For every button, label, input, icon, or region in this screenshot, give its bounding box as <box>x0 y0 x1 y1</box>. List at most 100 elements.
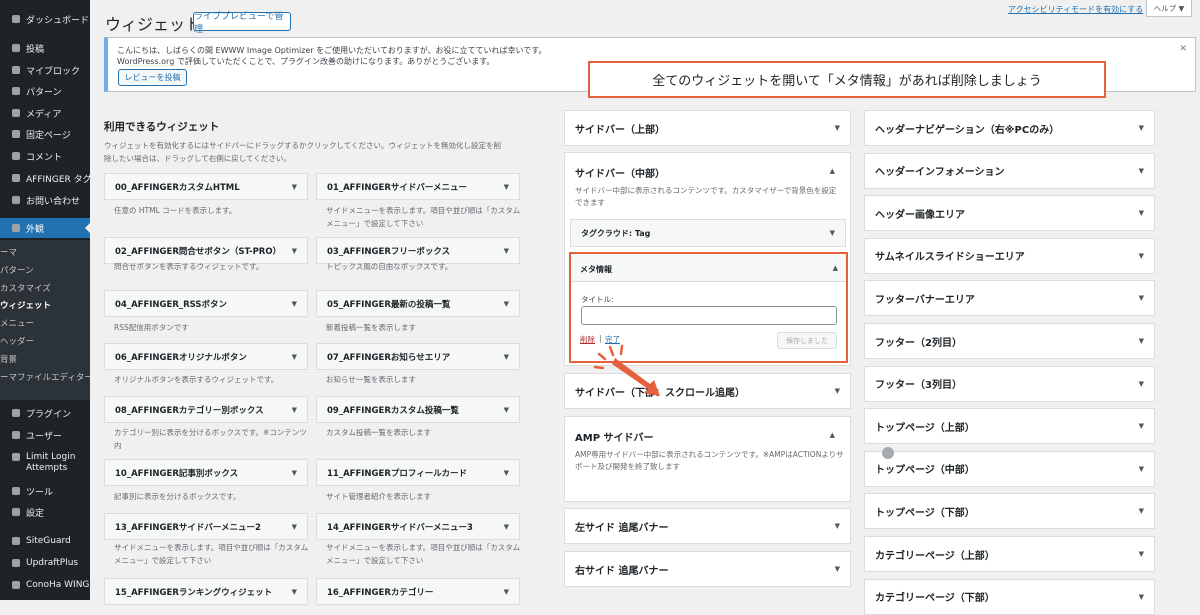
submenu-item-2[interactable]: カスタマイズ <box>0 279 90 296</box>
chevron-up-icon[interactable]: ▲ <box>833 264 838 272</box>
widget-area[interactable]: カテゴリーページ（上部） ▼ <box>864 536 1155 572</box>
sidebar-item-14[interactable]: ツール <box>0 481 90 501</box>
chevron-down-icon[interactable]: ▼ <box>1139 465 1144 473</box>
submenu-item-7[interactable]: ーマファイルエディター <box>0 368 90 385</box>
sidebar-item-8[interactable]: お問い合わせ <box>0 190 90 210</box>
submenu-item-4[interactable]: メニュー <box>0 314 90 331</box>
chevron-down-icon[interactable]: ▼ <box>1139 550 1144 558</box>
sidebar-item-6[interactable]: コメント <box>0 146 90 166</box>
widget-area[interactable]: カテゴリーページ（下部） ▼ <box>864 578 1155 615</box>
submenu-item-1[interactable]: パターン <box>0 261 90 278</box>
sidebar-item-10[interactable]: プラグイン <box>0 403 90 423</box>
sidebar-item-7[interactable]: AFFINGER タグ <box>0 168 90 188</box>
chevron-down-icon[interactable]: ▼ <box>1139 337 1144 345</box>
sidebar-item-3[interactable]: パターン <box>0 81 90 101</box>
widget-area[interactable]: フッター（3列目） ▼ <box>864 365 1155 402</box>
chevron-down-icon[interactable]: ▼ <box>504 406 509 414</box>
available-widget[interactable]: 05_AFFINGER最新の投稿一覧 ▼ <box>316 290 520 317</box>
chevron-down-icon[interactable]: ▼ <box>835 522 840 530</box>
available-widget[interactable]: 09_AFFINGERカスタム投稿一覧 ▼ <box>316 396 520 423</box>
available-widget[interactable]: 01_AFFINGERサイドバーメニュー ▼ <box>316 173 520 200</box>
chevron-down-icon[interactable]: ▼ <box>292 523 297 531</box>
left-banner-area[interactable]: 左サイド 追尾バナー ▼ <box>564 508 851 544</box>
chevron-down-icon[interactable]: ▼ <box>292 469 297 477</box>
sidebar-item-5[interactable]: 固定ページ <box>0 124 90 144</box>
chevron-down-icon[interactable]: ▼ <box>830 229 835 237</box>
chevron-down-icon[interactable]: ▼ <box>292 406 297 414</box>
chevron-down-icon[interactable]: ▼ <box>292 247 297 255</box>
review-button[interactable]: レビューを投稿 <box>118 69 187 86</box>
sidebar-item-16[interactable]: SiteGuard <box>0 531 90 551</box>
chevron-up-icon[interactable]: ▲ <box>830 167 835 175</box>
sidebar-item-4[interactable]: メディア <box>0 103 90 123</box>
chevron-down-icon[interactable]: ▼ <box>1139 209 1144 217</box>
chevron-down-icon[interactable]: ▼ <box>504 523 509 531</box>
accessibility-link[interactable]: アクセシビリティモードを有効にする <box>1008 4 1143 15</box>
area-title[interactable]: AMP サイドバー <box>575 429 654 444</box>
available-widget[interactable]: 14_AFFINGERサイドバーメニュー3 ▼ <box>316 513 520 540</box>
chevron-up-icon[interactable]: ▲ <box>830 431 835 439</box>
widget-area[interactable]: ヘッダーナビゲーション（右※PCのみ） ▼ <box>864 110 1155 146</box>
chevron-down-icon[interactable]: ▼ <box>292 353 297 361</box>
widget-area[interactable]: トップページ（上部） ▼ <box>864 408 1155 445</box>
widget-area[interactable]: ヘッダーインフォメーション ▼ <box>864 152 1155 189</box>
meta-widget-header[interactable]: メタ情報 ▲ <box>571 254 846 282</box>
available-widget[interactable]: 10_AFFINGER記事別ボックス ▼ <box>104 459 308 486</box>
sidebar-item-17[interactable]: UpdraftPlus <box>0 553 90 573</box>
chevron-down-icon[interactable]: ▼ <box>835 565 840 573</box>
chevron-down-icon[interactable]: ▼ <box>1139 380 1144 388</box>
live-preview-button[interactable]: ライブプレビューで管理 <box>193 12 291 35</box>
sidebar-item-13[interactable]: Attempts <box>0 458 90 478</box>
sidebar-top-area[interactable]: サイドバー（上部） ▼ <box>564 110 851 146</box>
available-widget[interactable]: 15_AFFINGERランキングウィジェット ▼ <box>104 578 308 605</box>
submenu-item-6[interactable]: 背景 <box>0 350 90 367</box>
widget-area[interactable]: フッター（2列目） ▼ <box>864 323 1155 359</box>
available-widget[interactable]: 00_AFFINGERカスタムHTML ▼ <box>104 173 308 200</box>
sidebar-item-0[interactable]: ダッシュボード <box>0 9 90 29</box>
chevron-down-icon[interactable]: ▼ <box>292 183 297 191</box>
close-icon[interactable]: ✕ <box>1179 44 1187 54</box>
chevron-down-icon[interactable]: ▼ <box>1139 167 1144 175</box>
chevron-down-icon[interactable]: ▼ <box>504 588 509 596</box>
chevron-down-icon[interactable]: ▼ <box>1139 294 1144 302</box>
sidebar-item-1[interactable]: 投稿 <box>0 38 90 58</box>
available-widget[interactable]: 11_AFFINGERプロフィールカード ▼ <box>316 459 520 486</box>
sidebar-item-2[interactable]: マイブロック <box>0 60 90 80</box>
available-widget[interactable]: 07_AFFINGERお知らせエリア ▼ <box>316 343 520 370</box>
submenu-item-3[interactable]: ウィジェット <box>0 296 90 313</box>
widget-area[interactable]: フッターバナーエリア ▼ <box>864 280 1155 317</box>
sidebar-item-18[interactable]: ConoHa WING <box>0 575 90 595</box>
chevron-down-icon[interactable]: ▼ <box>835 124 840 132</box>
tagcloud-widget[interactable]: タグクラウド: Tag ▼ <box>570 219 846 247</box>
sidebar-item-15[interactable]: 設定 <box>0 502 90 522</box>
chevron-down-icon[interactable]: ▼ <box>292 588 297 596</box>
chevron-down-icon[interactable]: ▼ <box>504 353 509 361</box>
widget-area[interactable]: サムネイルスライドショーエリア ▼ <box>864 237 1155 274</box>
chevron-down-icon[interactable]: ▼ <box>1139 124 1144 132</box>
widget-area[interactable]: ヘッダー画像エリア ▼ <box>864 195 1155 232</box>
available-widget[interactable]: 08_AFFINGERカテゴリー別ボックス ▼ <box>104 396 308 423</box>
chevron-down-icon[interactable]: ▼ <box>504 300 509 308</box>
help-button[interactable]: ヘルプ ▼ <box>1146 0 1192 17</box>
chevron-down-icon[interactable]: ▼ <box>292 300 297 308</box>
chevron-down-icon[interactable]: ▼ <box>835 387 840 395</box>
chevron-down-icon[interactable]: ▼ <box>1139 507 1144 515</box>
chevron-down-icon[interactable]: ▼ <box>1139 422 1144 430</box>
chevron-down-icon[interactable]: ▼ <box>1139 252 1144 260</box>
chevron-down-icon[interactable]: ▼ <box>504 183 509 191</box>
chevron-down-icon[interactable]: ▼ <box>504 247 509 255</box>
sidebar-item-11[interactable]: ユーザー <box>0 425 90 445</box>
right-banner-area[interactable]: 右サイド 追尾バナー ▼ <box>564 551 851 587</box>
saved-button[interactable]: 保存しました <box>777 332 837 349</box>
chevron-down-icon[interactable]: ▼ <box>1139 593 1144 601</box>
sidebar-item-9[interactable]: 外観 <box>0 218 90 238</box>
available-widget[interactable]: 16_AFFINGERカテゴリー ▼ <box>316 578 520 605</box>
available-widget[interactable]: 04_AFFINGER_RSSボタン ▼ <box>104 290 308 317</box>
area-title[interactable]: サイドバー（中部） <box>575 165 665 180</box>
widget-area[interactable]: トップページ（中部） ▼ <box>864 450 1155 487</box>
submenu-item-5[interactable]: ヘッダー <box>0 332 90 349</box>
widget-area[interactable]: トップページ（下部） ▼ <box>864 493 1155 530</box>
title-field[interactable] <box>581 306 837 325</box>
available-widget[interactable]: 06_AFFINGERオリジナルボタン ▼ <box>104 343 308 370</box>
chevron-down-icon[interactable]: ▼ <box>504 469 509 477</box>
